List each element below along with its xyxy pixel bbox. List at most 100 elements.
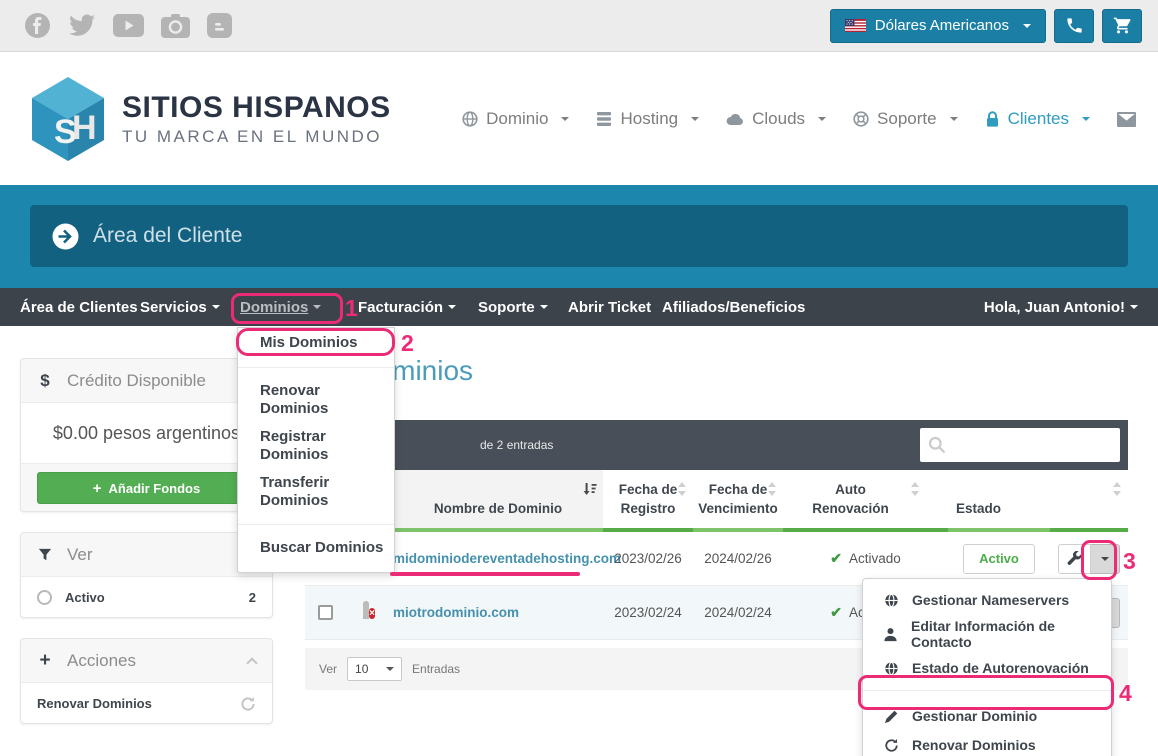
menu-divider bbox=[238, 524, 394, 525]
menu-item-buscar-dominios[interactable]: Buscar Dominios bbox=[238, 534, 394, 562]
sort-updown-icon[interactable] bbox=[910, 482, 920, 502]
entries-info: de 2 entradas bbox=[480, 438, 553, 452]
chevron-down-icon bbox=[950, 117, 958, 125]
view-filter-title: Ver bbox=[67, 545, 93, 565]
blogger-icon[interactable] bbox=[207, 13, 232, 38]
topbar-controls: Dólares Americanos bbox=[830, 9, 1142, 43]
navbar-label: Servicios bbox=[140, 299, 207, 316]
menu-item-estado-autorenovacion[interactable]: Estado de Autorenovación bbox=[863, 655, 1111, 681]
row-actions-dropdown-menu: Gestionar Nameservers Editar Información… bbox=[862, 578, 1112, 756]
phone-button[interactable] bbox=[1054, 9, 1094, 43]
sort-desc-icon[interactable] bbox=[583, 482, 597, 502]
header-nombre-de-dominio[interactable]: Nombre de Dominio bbox=[393, 470, 603, 532]
menu-item-gestionar-nameservers[interactable]: Gestionar Nameservers bbox=[863, 587, 1111, 613]
add-funds-button[interactable]: + Añadir Fondos bbox=[37, 472, 256, 504]
menu-item-editar-contacto[interactable]: Editar Información de Contacto bbox=[863, 613, 1111, 655]
menu-item-registrar-dominios[interactable]: Registrar Dominios bbox=[238, 423, 394, 469]
navbar-facturacion[interactable]: Facturación bbox=[358, 288, 456, 326]
banner-title: Área del Cliente bbox=[93, 224, 242, 248]
search-input[interactable] bbox=[952, 438, 1112, 453]
nav-label: Soporte bbox=[877, 109, 937, 129]
row-checkbox[interactable] bbox=[318, 605, 333, 620]
row-actions-group bbox=[1058, 544, 1120, 574]
menu-divider bbox=[238, 367, 394, 368]
status-badge-button[interactable]: Activo bbox=[963, 544, 1035, 574]
logo-subtitle: TU MARCA EN EL MUNDO bbox=[122, 127, 391, 147]
navbar-abrir-ticket[interactable]: Abrir Ticket bbox=[568, 288, 651, 326]
page-size-label-entradas: Entradas bbox=[412, 662, 460, 676]
sort-updown-icon[interactable] bbox=[677, 482, 687, 502]
page-size-label-ver: Ver bbox=[319, 662, 337, 676]
menu-item-label: Gestionar Dominio bbox=[912, 708, 1037, 724]
logo-title: SITIOS HISPANOS bbox=[122, 91, 391, 125]
header-auto-renovacion[interactable]: Auto Renovación bbox=[783, 470, 948, 532]
facebook-icon[interactable] bbox=[24, 12, 51, 39]
sort-updown-icon[interactable] bbox=[767, 482, 777, 502]
page: Dólares Americanos SH SITIOS HISPANOS bbox=[0, 0, 1158, 756]
menu-item-renovar-dominios[interactable]: Renovar Dominios bbox=[863, 732, 1111, 756]
refresh-icon bbox=[240, 696, 256, 712]
credit-footer: + Añadir Fondos bbox=[21, 463, 272, 512]
domain-name-cell: miotrodominio.com bbox=[393, 605, 603, 620]
cart-icon bbox=[1113, 16, 1132, 35]
cart-button[interactable] bbox=[1102, 9, 1142, 43]
header-fecha-de-vencimiento[interactable]: Fecha de Vencimiento bbox=[693, 470, 783, 532]
page-size-value: 10 bbox=[355, 662, 368, 676]
wrench-icon bbox=[1067, 551, 1082, 566]
manage-wrench-button[interactable] bbox=[1058, 544, 1091, 574]
filter-icon bbox=[37, 548, 53, 562]
chevron-down-icon bbox=[448, 305, 456, 313]
chevron-up-icon[interactable] bbox=[246, 657, 257, 668]
action-renovar-dominios[interactable]: Renovar Dominios bbox=[21, 683, 272, 724]
expires-date-cell: 2024/02/26 bbox=[693, 551, 783, 566]
phone-icon bbox=[1065, 16, 1084, 35]
action-label: Renovar Dominios bbox=[37, 696, 152, 711]
nav-clouds[interactable]: Clouds bbox=[726, 109, 826, 129]
navbar-soporte[interactable]: Soporte bbox=[478, 288, 548, 326]
arrow-right-circle-icon bbox=[52, 223, 79, 250]
menu-item-mis-dominios[interactable]: Mis Dominios bbox=[238, 328, 394, 358]
radio-button[interactable] bbox=[37, 590, 52, 605]
menu-item-renovar-dominios[interactable]: Renovar Dominios bbox=[238, 377, 394, 423]
life-ring-icon bbox=[853, 111, 869, 127]
domain-link[interactable]: miotrodominio.com bbox=[393, 605, 519, 620]
menu-item-gestionar-dominio[interactable]: Gestionar Dominio bbox=[863, 700, 1111, 732]
auto-renew-cell: ✔ Activado bbox=[783, 550, 948, 567]
nav-soporte[interactable]: Soporte bbox=[853, 109, 958, 129]
envelope-icon bbox=[1117, 112, 1136, 127]
header-label: Auto Renovación bbox=[806, 480, 896, 519]
page-size-select[interactable]: 10 bbox=[347, 657, 402, 681]
nav-hosting[interactable]: Hosting bbox=[596, 109, 699, 129]
row-actions-cell bbox=[1050, 544, 1128, 574]
nav-clientes[interactable]: Clientes bbox=[985, 109, 1090, 129]
sort-updown-icon[interactable] bbox=[1112, 482, 1122, 502]
logo[interactable]: SH SITIOS HISPANOS TU MARCA EN EL MUNDO bbox=[30, 77, 391, 161]
view-filter-card: Ver Activo 2 bbox=[20, 532, 273, 618]
globe-icon bbox=[883, 593, 899, 608]
youtube-icon[interactable] bbox=[113, 14, 144, 37]
navbar-area-de-clientes[interactable]: Área de Clientes bbox=[20, 288, 138, 326]
header-estado[interactable]: Estado bbox=[948, 470, 1050, 532]
nav-label: Clouds bbox=[752, 109, 805, 129]
domain-link[interactable]: midominiodereventadehosting.com bbox=[393, 551, 621, 566]
header-fecha-de-registro[interactable]: Fecha de Registro bbox=[603, 470, 693, 532]
menu-item-label: Gestionar Nameservers bbox=[912, 592, 1069, 608]
instagram-camera-icon[interactable] bbox=[161, 14, 190, 38]
twitter-icon[interactable] bbox=[68, 14, 96, 38]
currency-selector[interactable]: Dólares Americanos bbox=[830, 9, 1046, 43]
nav-mail[interactable] bbox=[1117, 112, 1136, 127]
navbar-dominios[interactable]: Dominios bbox=[240, 288, 321, 326]
filter-option-activo[interactable]: Activo 2 bbox=[21, 577, 272, 618]
navbar-servicios[interactable]: Servicios bbox=[140, 288, 220, 326]
nav-dominio[interactable]: Dominio bbox=[462, 109, 569, 129]
navbar-afiliados[interactable]: Afiliados/Beneficios bbox=[662, 288, 805, 326]
menu-item-transferir-dominios[interactable]: Transferir Dominios bbox=[238, 469, 394, 515]
navbar-label: Abrir Ticket bbox=[568, 299, 651, 316]
add-funds-label: Añadir Fondos bbox=[109, 481, 201, 496]
row-actions-dropdown-toggle[interactable] bbox=[1091, 544, 1120, 574]
chevron-down-icon bbox=[1023, 24, 1031, 32]
user-greeting-menu[interactable]: Hola, Juan Antonio! bbox=[984, 288, 1138, 326]
credit-card: $ Crédito Disponible $0.00 pesos argenti… bbox=[20, 358, 273, 512]
refresh-icon bbox=[883, 738, 899, 753]
globe-icon bbox=[883, 661, 899, 676]
